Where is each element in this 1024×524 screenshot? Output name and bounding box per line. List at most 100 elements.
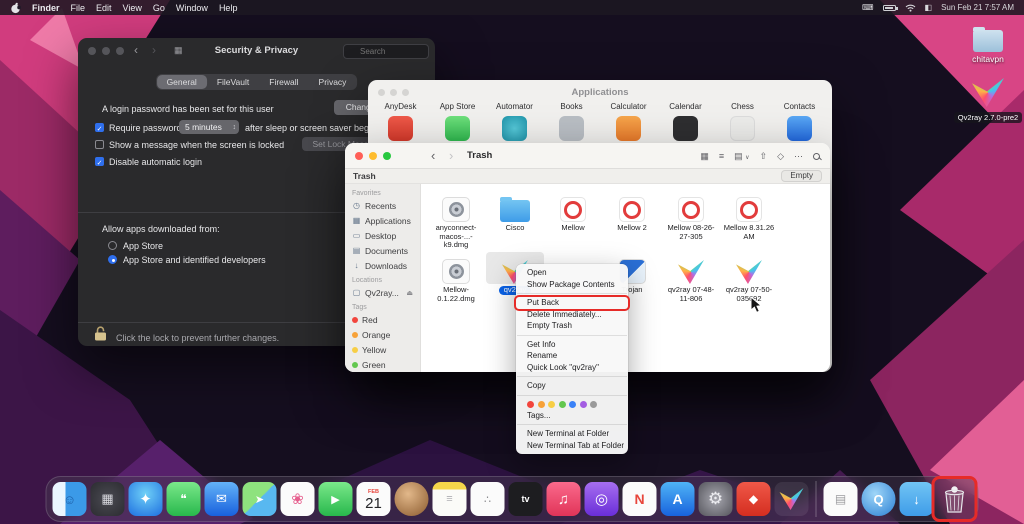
app-store-radio[interactable]	[108, 241, 117, 250]
app-label[interactable]: AnyDesk	[372, 102, 429, 111]
tab-firewall[interactable]: Firewall	[259, 75, 308, 89]
dock-podcasts[interactable]: ◎	[585, 482, 619, 516]
close-button[interactable]	[355, 152, 363, 160]
dock-maps[interactable]: ➤	[243, 482, 277, 516]
identified-developers-radio[interactable]	[108, 255, 117, 264]
tag-icon[interactable]: ◇	[777, 151, 784, 162]
app-icon[interactable]	[445, 116, 470, 141]
dock-textedit[interactable]: ▤	[824, 482, 858, 516]
app-icon[interactable]	[730, 116, 755, 141]
tab-general[interactable]: General	[157, 75, 207, 89]
sidebar-item-downloads[interactable]: ↓Downloads	[345, 258, 420, 273]
dock-system-preferences[interactable]: ⚙	[699, 482, 733, 516]
tag-green-icon[interactable]	[559, 401, 566, 408]
wifi-icon[interactable]	[905, 4, 916, 12]
keyboard-icon[interactable]: ⌨	[862, 3, 874, 12]
apple-logo-icon[interactable]	[10, 2, 21, 14]
file-item[interactable]: qv2ray 07-50-035692	[720, 252, 778, 303]
tag-orange-icon[interactable]	[538, 401, 545, 408]
file-item[interactable]: Mellow 2	[603, 190, 661, 233]
eject-icon[interactable]: ⏏	[406, 289, 413, 297]
tag-gray-icon[interactable]	[590, 401, 597, 408]
back-icon[interactable]: ‹	[431, 148, 435, 163]
menu-item-delete-immediately[interactable]: Delete Immediately...	[516, 309, 628, 321]
menu-file[interactable]: File	[71, 3, 86, 13]
view-list-icon[interactable]: ≡	[719, 151, 724, 161]
menu-item-put-back[interactable]: Put Back	[516, 297, 628, 309]
menu-item-copy[interactable]: Copy	[516, 380, 628, 392]
forward-icon[interactable]: ›	[449, 148, 453, 163]
sidebar-tag-red[interactable]: Red	[345, 312, 420, 327]
app-icon[interactable]	[559, 116, 584, 141]
app-icon[interactable]	[502, 116, 527, 141]
sidebar-item-applications[interactable]: ▦Applications	[345, 213, 420, 228]
menu-item-show-package-contents[interactable]: Show Package Contents	[516, 279, 628, 291]
desktop-icon-qv2ray[interactable]: Qv2ray 2.7.0-pre2	[948, 78, 1024, 125]
menu-item-open[interactable]: Open	[516, 267, 628, 279]
file-item[interactable]: qv2ray 07-48-11-806	[662, 252, 720, 303]
require-password-delay-select[interactable]: 5 minutes ↕	[179, 120, 239, 134]
dock-launchpad[interactable]: ▦	[91, 482, 125, 516]
tab-filevault[interactable]: FileVault	[207, 75, 259, 89]
sidebar-item-documents[interactable]: ▤Documents	[345, 243, 420, 258]
menu-item-rename[interactable]: Rename	[516, 350, 628, 362]
dock-mail[interactable]: ✉	[205, 482, 239, 516]
share-icon[interactable]: ⇧	[760, 151, 768, 162]
minimize-button[interactable]	[369, 152, 377, 160]
tag-blue-icon[interactable]	[569, 401, 576, 408]
menu-item-new-terminal-tab[interactable]: New Terminal Tab at Folder	[516, 440, 628, 452]
sidebar-item-recents[interactable]: ◷Recents	[345, 198, 420, 213]
dock-reminders[interactable]: ∴	[471, 482, 505, 516]
menu-item-get-info[interactable]: Get Info	[516, 339, 628, 351]
show-message-checkbox[interactable]	[95, 140, 104, 149]
dock-qv2ray[interactable]	[775, 482, 809, 516]
dock-trash[interactable]	[938, 482, 972, 516]
file-item[interactable]: anyconnect-macos-...-k9.dmg	[427, 190, 485, 250]
file-item[interactable]: Cisco	[486, 190, 544, 233]
search-icon[interactable]	[813, 153, 820, 160]
dock-photos[interactable]: ❀	[281, 482, 315, 516]
dock-app-store[interactable]: A	[661, 482, 695, 516]
menu-window[interactable]: Window	[176, 3, 208, 13]
app-icon[interactable]	[388, 116, 413, 141]
app-icon[interactable]	[616, 116, 641, 141]
menu-view[interactable]: View	[123, 3, 142, 13]
search-input[interactable]	[343, 44, 429, 59]
sidebar-tag-green[interactable]: Green	[345, 357, 420, 372]
dock-round-app[interactable]	[395, 482, 429, 516]
app-icon[interactable]	[673, 116, 698, 141]
app-label[interactable]: Contacts	[771, 102, 828, 111]
dock-music[interactable]: ♫	[547, 482, 581, 516]
dock-quicktime[interactable]: Q	[862, 482, 896, 516]
dock-downloads[interactable]: ↓	[900, 482, 934, 516]
menu-edit[interactable]: Edit	[96, 3, 112, 13]
app-icon[interactable]	[787, 116, 812, 141]
sidebar-tag-yellow[interactable]: Yellow	[345, 342, 420, 357]
dock-news[interactable]: N	[623, 482, 657, 516]
app-label[interactable]: App Store	[429, 102, 486, 111]
tag-purple-icon[interactable]	[580, 401, 587, 408]
menu-item-quick-look[interactable]: Quick Look "qv2ray"	[516, 362, 628, 374]
menu-item-new-terminal[interactable]: New Terminal at Folder	[516, 428, 628, 440]
dock-safari[interactable]: ✦	[129, 482, 163, 516]
menu-finder[interactable]: Finder	[32, 3, 60, 13]
app-label[interactable]: Calendar	[657, 102, 714, 111]
app-label[interactable]: Automator	[486, 102, 543, 111]
dock-finder[interactable]: ☺	[53, 482, 87, 516]
menu-go[interactable]: Go	[153, 3, 165, 13]
file-item[interactable]: Mellow-0.1.22.dmg	[427, 252, 485, 303]
desktop-icon-chitavpn[interactable]: chitavpn	[950, 26, 1024, 64]
disable-auto-login-checkbox[interactable]	[95, 157, 104, 166]
dock-messages[interactable]: ❝	[167, 482, 201, 516]
menu-bar-clock[interactable]: Sun Feb 21 7:57 AM	[941, 3, 1014, 12]
dock-notes[interactable]: ≡	[433, 482, 467, 516]
tag-red-icon[interactable]	[527, 401, 534, 408]
file-item[interactable]: Mellow 08-26-27-305	[662, 190, 720, 241]
tab-privacy[interactable]: Privacy	[309, 75, 357, 89]
tag-yellow-icon[interactable]	[548, 401, 555, 408]
dock-tv[interactable]: tv	[509, 482, 543, 516]
control-center-icon[interactable]: ◧	[925, 3, 933, 12]
app-label[interactable]: Books	[543, 102, 600, 111]
empty-trash-button[interactable]: Empty	[781, 170, 822, 182]
menu-item-tags[interactable]: Tags...	[516, 410, 628, 422]
